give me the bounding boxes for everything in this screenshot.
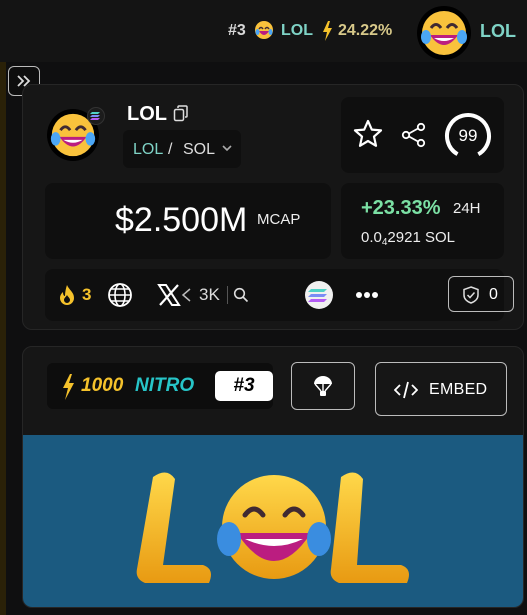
star-icon[interactable] (353, 119, 383, 149)
pair-base: LOL (133, 141, 164, 158)
airdrop-button[interactable] (291, 362, 355, 410)
social-links-bar: 3 3K 0 (45, 269, 514, 321)
audit-count: 0 (489, 286, 498, 303)
fire-icon[interactable] (55, 283, 79, 307)
trending-rank: #3 (228, 22, 246, 39)
ticker-label-right: LOL (480, 21, 516, 41)
code-icon (394, 381, 418, 399)
copy-icon[interactable] (173, 105, 189, 123)
solana-icon (87, 107, 105, 125)
market-cap-box: $2.500M MCAP (45, 183, 331, 259)
price-change-period: 24H (453, 200, 481, 217)
embed-button[interactable]: EMBED (375, 362, 507, 416)
globe-icon[interactable] (107, 282, 133, 308)
price-digits: 2921 (387, 229, 421, 246)
more-icon[interactable] (355, 291, 379, 299)
price-prefix: 0.0 (361, 229, 382, 246)
nitro-amount: 1000 (81, 375, 124, 396)
laughing-emoji-icon (421, 11, 467, 55)
embed-label: EMBED (429, 381, 488, 398)
left-edge-strip (0, 0, 6, 615)
share-icon[interactable] (401, 122, 427, 148)
chevron-left-icon (181, 288, 191, 302)
token-avatar-large[interactable] (417, 6, 471, 60)
lol-logo-image (136, 472, 409, 583)
nitro-label: NITRO (135, 375, 195, 396)
score-value: 99 (458, 126, 478, 145)
boost-percentage: 24.22% (338, 22, 393, 39)
audit-button[interactable]: 0 (448, 276, 514, 312)
score-gauge[interactable]: 99 (443, 111, 493, 161)
top-bar: #3 LOL 24.22% LOL (0, 0, 527, 62)
price-unit: SOL (424, 229, 455, 246)
laughing-emoji-icon (255, 21, 273, 39)
fire-count: 3 (82, 285, 92, 304)
token-price: 0.042921 SOL (361, 229, 455, 248)
shield-icon (463, 286, 479, 304)
lightning-bolt-icon (63, 374, 74, 400)
airdrop-icon (314, 376, 332, 396)
price-change-pct: +23.33% (361, 197, 441, 219)
ticker-label: LOL (281, 22, 313, 39)
token-name: LOL (127, 103, 167, 125)
chevron-down-icon (222, 145, 232, 152)
lightning-bolt-icon (323, 21, 332, 41)
token-info-card: LOL LOL / SOL 99 $2.500M MCAP +23.33% 24… (22, 84, 524, 330)
token-banner-image (23, 435, 523, 607)
pair-selector[interactable]: LOL / SOL (123, 130, 241, 168)
token-actions: 99 (341, 97, 504, 173)
market-cap-value: $2.500M (115, 201, 248, 239)
nitro-rank: #3 (215, 371, 273, 401)
market-cap-label: MCAP (257, 211, 301, 228)
x-logo-icon[interactable] (157, 283, 181, 307)
search-icon[interactable] (233, 287, 249, 303)
divider (227, 286, 228, 304)
pair-quote: SOL (183, 141, 216, 158)
nitro-badge[interactable]: 1000 NITRO #3 (47, 363, 273, 409)
promo-card: 1000 NITRO #3 EMBED (22, 346, 524, 608)
pair-separator: / (168, 141, 173, 158)
x-followers: 3K (199, 285, 220, 304)
price-change-box: +23.33% 24H 0.042921 SOL (341, 183, 504, 259)
solana-logo-icon[interactable] (305, 281, 333, 309)
